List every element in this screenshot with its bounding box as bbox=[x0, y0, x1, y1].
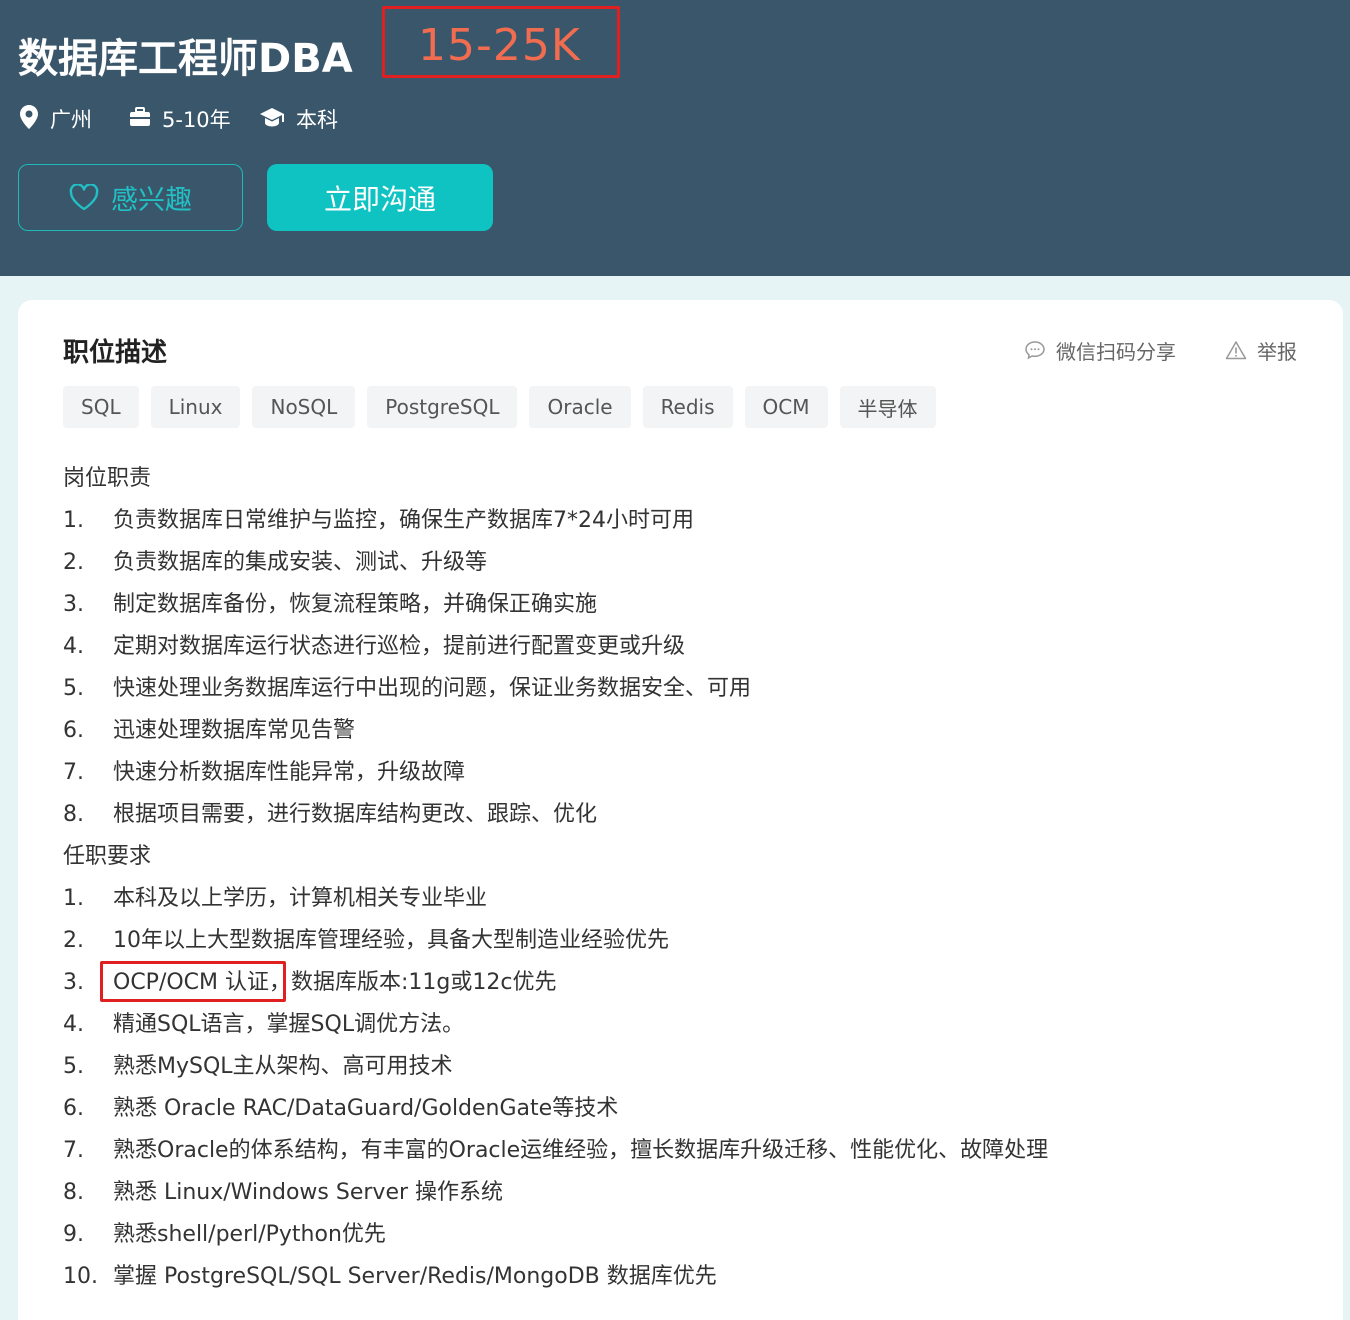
chat-now-button-label: 立即沟通 bbox=[323, 182, 436, 216]
skill-tag: SQL bbox=[63, 386, 139, 428]
requirement-item: 3. OCP/OCM 认证，数据库版本:11g或12c优先 bbox=[63, 970, 557, 995]
requirement-item: 7. 熟悉Oracle的体系结构，有丰富的Oracle运维经验，擅长数据库升级迁移… bbox=[63, 1138, 1049, 1163]
job-degree-label: 本科 bbox=[296, 108, 338, 132]
requirements-heading: 任职要求 bbox=[63, 844, 152, 869]
duty-item: 4. 定期对数据库运行状态进行巡检，提前进行配置变更或升级 bbox=[63, 634, 686, 659]
duty-item: 1. 负责数据库日常维护与监控，确保生产数据库7*24小时可用 bbox=[63, 508, 694, 533]
chat-bubble-icon bbox=[1024, 340, 1046, 360]
heart-icon bbox=[69, 184, 99, 211]
skill-tag: Redis bbox=[642, 386, 733, 428]
chat-now-button[interactable]: 立即沟通 bbox=[267, 164, 493, 231]
job-city: 广州 bbox=[20, 104, 92, 134]
wechat-share-label: 微信扫码分享 bbox=[1056, 339, 1176, 364]
job-experience: 5-10年 bbox=[130, 104, 231, 134]
requirement-item: 10. 掌握 PostgreSQL/SQL Server/Redis/MongoD… bbox=[63, 1264, 717, 1289]
section-title: 职位描述 bbox=[63, 338, 168, 368]
job-experience-label: 5-10年 bbox=[162, 108, 231, 132]
report-label: 举报 bbox=[1257, 339, 1297, 364]
briefcase-icon bbox=[130, 106, 150, 132]
requirement-item: 6. 熟悉 Oracle RAC/DataGuard/GoldenGate等技术 bbox=[63, 1096, 619, 1121]
duty-item: 6. 迅速处理数据库常见告警 bbox=[63, 718, 356, 743]
location-pin-icon bbox=[20, 104, 38, 134]
duty-item: 2. 负责数据库的集成安装、测试、升级等 bbox=[63, 550, 488, 575]
duty-item: 8. 根据项目需要，进行数据库结构更改、跟踪、优化 bbox=[63, 802, 598, 827]
skill-tag: NoSQL bbox=[252, 386, 356, 428]
skill-tag: PostgreSQL bbox=[367, 386, 518, 428]
job-degree: 本科 bbox=[260, 104, 338, 134]
requirement-item: 4. 精通SQL语言，掌握SQL调优方法。 bbox=[63, 1012, 465, 1037]
skill-tag: Oracle bbox=[529, 386, 631, 428]
job-title: 数据库工程师DBA bbox=[18, 36, 353, 82]
interest-button[interactable]: 感兴趣 bbox=[18, 164, 243, 231]
duties-heading: 岗位职责 bbox=[63, 466, 152, 491]
job-city-label: 广州 bbox=[50, 108, 92, 132]
interest-button-label: 感兴趣 bbox=[111, 185, 192, 216]
duty-item: 3. 制定数据库备份，恢复流程策略，并确保正确实施 bbox=[63, 592, 598, 617]
skill-tag: 半导体 bbox=[839, 386, 936, 428]
job-header: 数据库工程师DBA 15-25K 广州 5-10年 本科 感兴趣 立即沟通 bbox=[0, 0, 1350, 276]
skill-tag: Linux bbox=[150, 386, 241, 428]
requirement-item: 1. 本科及以上学历，计算机相关专业毕业 bbox=[63, 886, 488, 911]
wechat-share-link[interactable]: 微信扫码分享 bbox=[1024, 336, 1176, 364]
duty-item: 5. 快速处理业务数据库运行中出现的问题，保证业务数据安全、可用 bbox=[63, 676, 752, 701]
duty-item: 7. 快速分析数据库性能异常，升级故障 bbox=[63, 760, 466, 785]
requirement-item: 5. 熟悉MySQL主从架构、高可用技术 bbox=[63, 1054, 453, 1079]
requirement-item: 9. 熟悉shell/perl/Python优先 bbox=[63, 1222, 386, 1247]
warning-triangle-icon bbox=[1225, 340, 1247, 360]
requirement-item: 8. 熟悉 Linux/Windows Server 操作系统 bbox=[63, 1180, 504, 1205]
graduation-cap-icon bbox=[260, 107, 284, 132]
report-link[interactable]: 举报 bbox=[1225, 336, 1297, 364]
skill-tags: SQL Linux NoSQL PostgreSQL Oracle Redis … bbox=[63, 386, 948, 428]
requirement-item: 2. 10年以上大型数据库管理经验，具备大型制造业经验优先 bbox=[63, 928, 669, 953]
job-description-text: 岗位职责 1. 负责数据库日常维护与监控，确保生产数据库7*24小时可用 2. 负责… bbox=[63, 458, 1263, 1298]
skill-tag: OCM bbox=[744, 386, 828, 428]
salary: 15-25K bbox=[418, 20, 581, 71]
